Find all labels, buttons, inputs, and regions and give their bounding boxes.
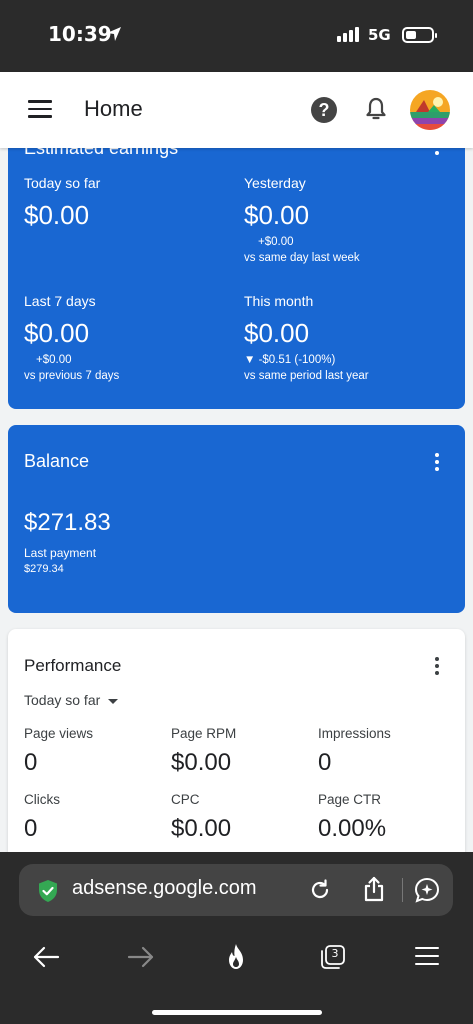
balance-amount: $271.83	[24, 509, 111, 536]
performance-card: Performance Today so far Page views 0 Pa…	[8, 629, 465, 852]
date-range-dropdown[interactable]: Today so far	[24, 692, 119, 708]
last7-value: $0.00	[24, 318, 90, 348]
metric-value: 0	[24, 815, 38, 842]
help-icon[interactable]: ?	[311, 97, 337, 123]
signal-icon	[337, 27, 359, 42]
metric-value: $0.00	[171, 815, 232, 842]
main-content[interactable]: Estimated earnings Today so far $0.00 Ye…	[0, 148, 473, 852]
forward-arrow-icon[interactable]	[127, 945, 155, 969]
last7-delta: +$0.00	[36, 354, 72, 366]
yesterday-value: $0.00	[244, 200, 310, 230]
month-comparison: vs same period last year	[244, 370, 369, 382]
last7-comparison: vs previous 7 days	[24, 370, 120, 382]
metric-value: 0.00%	[318, 815, 387, 842]
reload-icon[interactable]	[308, 878, 332, 902]
balance-more-icon[interactable]	[435, 453, 439, 474]
metric-value: 0	[24, 749, 38, 776]
share-icon[interactable]	[362, 876, 386, 902]
tabs-icon[interactable]: 3	[320, 944, 346, 970]
back-arrow-icon[interactable]	[32, 945, 60, 969]
last7-label: Last 7 days	[24, 293, 96, 309]
performance-more-icon[interactable]	[435, 657, 439, 678]
metric-label: Clicks	[24, 792, 60, 807]
address-bar[interactable]: adsense.google.com	[19, 864, 453, 916]
ai-assistant-icon[interactable]	[414, 877, 440, 903]
home-indicator[interactable]	[152, 1010, 322, 1015]
menu-icon[interactable]	[28, 100, 52, 120]
balance-title: Balance	[24, 451, 90, 471]
estimated-earnings-card: Estimated earnings Today so far $0.00 Ye…	[8, 148, 465, 409]
metric-label: Impressions	[318, 726, 391, 741]
bell-icon[interactable]	[364, 96, 388, 122]
month-value: $0.00	[244, 318, 310, 348]
toolbar-divider	[402, 878, 403, 902]
location-arrow-icon	[107, 27, 121, 41]
performance-title: Performance	[24, 656, 122, 675]
yesterday-label: Yesterday	[244, 175, 306, 191]
metric-label: Page CTR	[318, 792, 382, 807]
avatar[interactable]	[410, 90, 450, 130]
metric-label: CPC	[171, 792, 200, 807]
balance-card[interactable]: Balance $271.83 Last payment $279.34	[8, 425, 465, 613]
today-label: Today so far	[24, 175, 101, 191]
page-title: Home	[84, 96, 143, 121]
metric-label: Page views	[24, 726, 94, 741]
shield-check-icon	[39, 880, 57, 902]
metric-value: $0.00	[171, 749, 232, 776]
url-text[interactable]: adsense.google.com	[72, 877, 257, 900]
battery-icon	[402, 27, 437, 43]
last-payment-value: $279.34	[24, 563, 64, 575]
month-delta: ▼ -$0.51 (-100%)	[244, 354, 336, 366]
app-header: Home ?	[0, 72, 473, 148]
network-label: 5G	[368, 26, 391, 44]
chevron-down-icon	[108, 698, 119, 704]
yesterday-comparison: vs same day last week	[244, 252, 360, 264]
date-range-label: Today so far	[24, 692, 101, 708]
menu-lines-icon[interactable]	[415, 946, 439, 966]
last-payment-label: Last payment	[24, 546, 97, 560]
tab-count: 3	[331, 947, 339, 960]
month-label: This month	[244, 293, 314, 309]
metric-value: 0	[318, 749, 332, 776]
status-bar: 10:39 5G	[0, 0, 473, 72]
status-time: 10:39	[48, 22, 112, 46]
metric-label: Page RPM	[171, 726, 237, 741]
today-value: $0.00	[24, 200, 90, 230]
earnings-title: Estimated earnings	[24, 148, 179, 158]
earnings-more-icon[interactable]	[435, 148, 439, 158]
flame-icon[interactable]	[224, 943, 248, 971]
browser-toolbar: adsense.google.com 3	[0, 852, 473, 1024]
yesterday-delta: +$0.00	[258, 236, 294, 248]
